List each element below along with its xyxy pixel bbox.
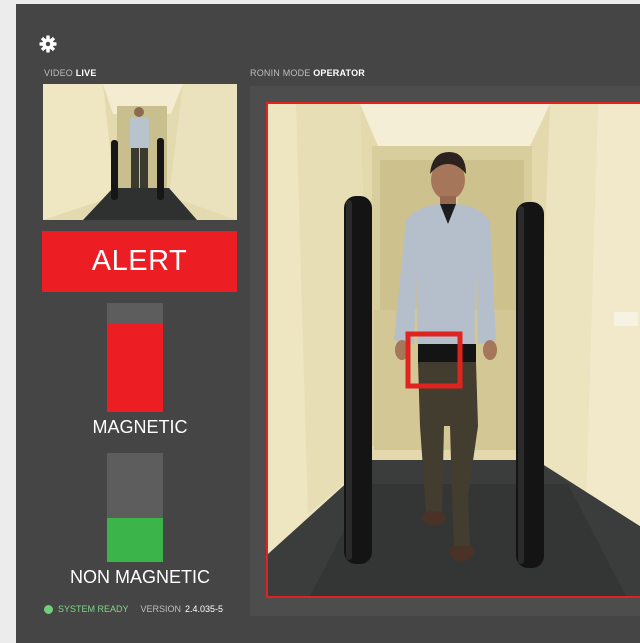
alert-text: ALERT xyxy=(91,245,188,277)
magnetic-level-bar xyxy=(107,303,163,412)
version-label: VERSION xyxy=(140,604,182,614)
video-thumbnail[interactable] xyxy=(43,84,237,220)
video-label-text: VIDEO xyxy=(44,68,74,78)
ronin-mode-value: OPERATOR xyxy=(313,68,365,78)
magnetic-label: MAGNETIC xyxy=(92,417,188,437)
system-ready-text: SYSTEM READY xyxy=(58,604,129,614)
alert-banner: ALERT xyxy=(42,231,237,292)
main-video-feed[interactable] xyxy=(266,102,640,598)
non-magnetic-level-fill xyxy=(107,518,163,562)
main-video-panel xyxy=(250,86,640,616)
gear-icon[interactable] xyxy=(38,34,58,54)
ronin-mode-label: RONIN MODE OPERATOR xyxy=(250,68,365,78)
app-window: VIDEO LIVE RONIN MODE OPERATOR ALERT MAG… xyxy=(16,4,640,643)
system-status: SYSTEM READY VERSION 2.4.035-5 xyxy=(44,604,223,614)
video-live-value: LIVE xyxy=(75,68,97,78)
video-label: VIDEO LIVE xyxy=(44,68,97,78)
status-dot-icon xyxy=(44,604,53,614)
ronin-mode-label-text: RONIN MODE xyxy=(250,68,311,78)
version-number: 2.4.035-5 xyxy=(185,604,224,614)
non-magnetic-label: NON MAGNETIC xyxy=(69,567,210,587)
magnetic-level-fill xyxy=(107,322,163,412)
non-magnetic-level-bar xyxy=(107,453,163,562)
